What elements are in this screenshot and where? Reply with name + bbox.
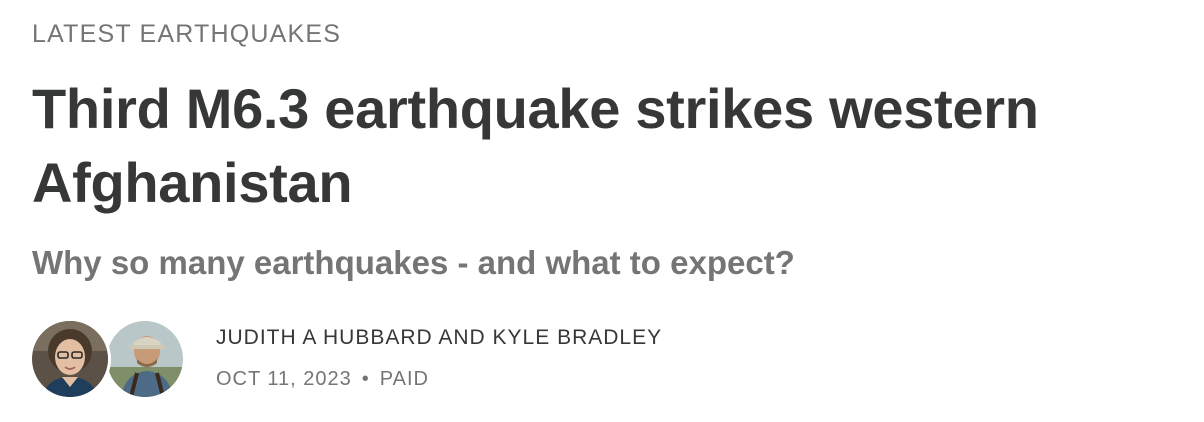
post-title: Third M6.3 earthquake strikes western Af… (32, 77, 1039, 214)
author-avatar-judith[interactable] (29, 318, 111, 400)
access-badge: PAID (379, 368, 429, 390)
separator-dot: • (361, 368, 370, 390)
avatar-photo-icon (32, 321, 108, 397)
post-meta: OCT 11, 2023 • PAID (216, 368, 662, 391)
author-avatar-kyle[interactable] (104, 318, 186, 400)
byline-text: JUDITH A HUBBARD AND KYLE BRADLEY OCT 11… (216, 326, 662, 391)
author-names-link[interactable]: JUDITH A HUBBARD AND KYLE BRADLEY (216, 326, 662, 350)
avatar-photo-icon (107, 321, 183, 397)
post-date: OCT 11, 2023 (216, 368, 352, 390)
post-subtitle: Why so many earthquakes - and what to ex… (32, 244, 795, 281)
section-link[interactable]: LATEST EARTHQUAKES (32, 20, 341, 49)
byline: JUDITH A HUBBARD AND KYLE BRADLEY OCT 11… (29, 318, 832, 400)
